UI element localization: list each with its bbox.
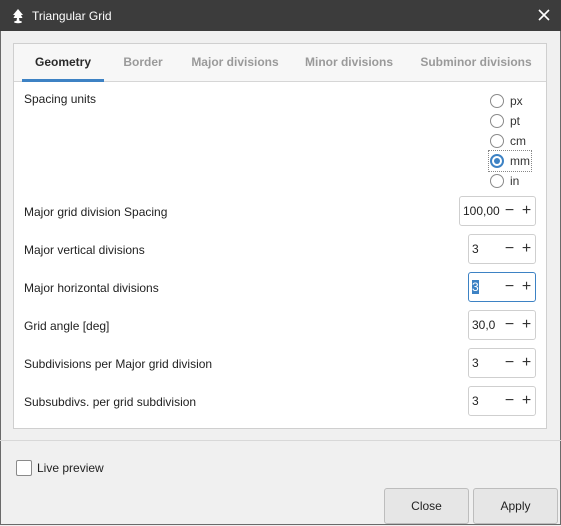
minus-icon[interactable]: − <box>501 311 518 339</box>
minus-icon[interactable]: − <box>501 235 518 263</box>
window-title: Triangular Grid <box>32 8 112 23</box>
major-spacing-label: Major grid division Spacing <box>24 205 168 219</box>
radio-label: in <box>510 174 520 188</box>
minus-icon[interactable]: − <box>501 349 518 377</box>
close-icon[interactable] <box>535 6 553 24</box>
spacing-units-label: Spacing units <box>24 92 97 106</box>
radio-button[interactable] <box>490 134 504 148</box>
radio-label: cm <box>510 134 526 148</box>
plus-icon[interactable]: + <box>518 311 535 339</box>
radio-label: pt <box>510 114 521 128</box>
selected-text: 3 <box>472 280 479 294</box>
minus-icon[interactable]: − <box>501 387 518 415</box>
spin-value[interactable]: 3 <box>469 356 501 370</box>
tab-subminor-divisions[interactable]: Subminor divisions <box>414 44 538 81</box>
plus-icon[interactable]: + <box>518 197 535 225</box>
radio-button-selected[interactable] <box>490 154 504 168</box>
tab-minor-divisions[interactable]: Minor divisions <box>299 44 399 81</box>
subdivisions-spinbox[interactable]: 3 − + <box>468 348 536 378</box>
radio-pt[interactable]: pt <box>490 112 520 130</box>
grid-angle-spinbox[interactable]: 30,0 − + <box>468 310 536 340</box>
title-bar: Triangular Grid <box>0 0 561 31</box>
radio-in[interactable]: in <box>490 172 519 190</box>
plus-icon[interactable]: + <box>518 273 535 301</box>
major-vertical-spinbox[interactable]: 3 − + <box>468 234 536 264</box>
radio-button[interactable] <box>490 114 504 128</box>
major-vertical-label: Major vertical divisions <box>24 243 145 257</box>
tab-bar: Geometry Border Major divisions Minor di… <box>14 44 546 82</box>
plus-icon[interactable]: + <box>518 387 535 415</box>
major-spacing-spinbox[interactable]: 100,00 − + <box>459 196 536 226</box>
grid-angle-label: Grid angle [deg] <box>24 319 110 333</box>
inkscape-logo-icon <box>13 8 23 23</box>
radio-button[interactable] <box>490 174 504 188</box>
plus-icon[interactable]: + <box>518 349 535 377</box>
spin-value[interactable]: 3 <box>469 394 501 408</box>
live-preview-checkbox[interactable] <box>16 460 32 476</box>
radio-label: mm <box>510 154 530 168</box>
subsubdivs-spinbox[interactable]: 3 − + <box>468 386 536 416</box>
major-horizontal-label: Major horizontal divisions <box>24 281 159 295</box>
spin-value[interactable]: 100,00 <box>460 204 501 218</box>
tab-border[interactable]: Border <box>114 44 172 81</box>
minus-icon[interactable]: − <box>501 273 518 301</box>
settings-panel: Geometry Border Major divisions Minor di… <box>13 43 547 429</box>
major-horizontal-spinbox[interactable]: 3 − + <box>468 272 536 302</box>
spin-value[interactable]: 30,0 <box>469 318 501 332</box>
tab-geometry[interactable]: Geometry <box>22 44 104 82</box>
minus-icon[interactable]: − <box>501 197 518 225</box>
radio-px[interactable]: px <box>490 92 523 110</box>
divider <box>0 440 561 441</box>
tab-major-divisions[interactable]: Major divisions <box>185 44 285 81</box>
radio-cm[interactable]: cm <box>490 132 526 150</box>
spin-value-selected[interactable]: 3 <box>469 280 501 294</box>
live-preview-label[interactable]: Live preview <box>37 461 104 475</box>
radio-button[interactable] <box>490 94 504 108</box>
close-button[interactable]: Close <box>384 488 469 524</box>
apply-button[interactable]: Apply <box>473 488 558 524</box>
subdivisions-label: Subdivisions per Major grid division <box>24 357 213 371</box>
radio-label: px <box>510 94 523 108</box>
subsubdivs-label: Subsubdivs. per grid subdivision <box>24 395 197 409</box>
spin-value[interactable]: 3 <box>469 242 501 256</box>
plus-icon[interactable]: + <box>518 235 535 263</box>
radio-mm[interactable]: mm <box>488 150 532 172</box>
